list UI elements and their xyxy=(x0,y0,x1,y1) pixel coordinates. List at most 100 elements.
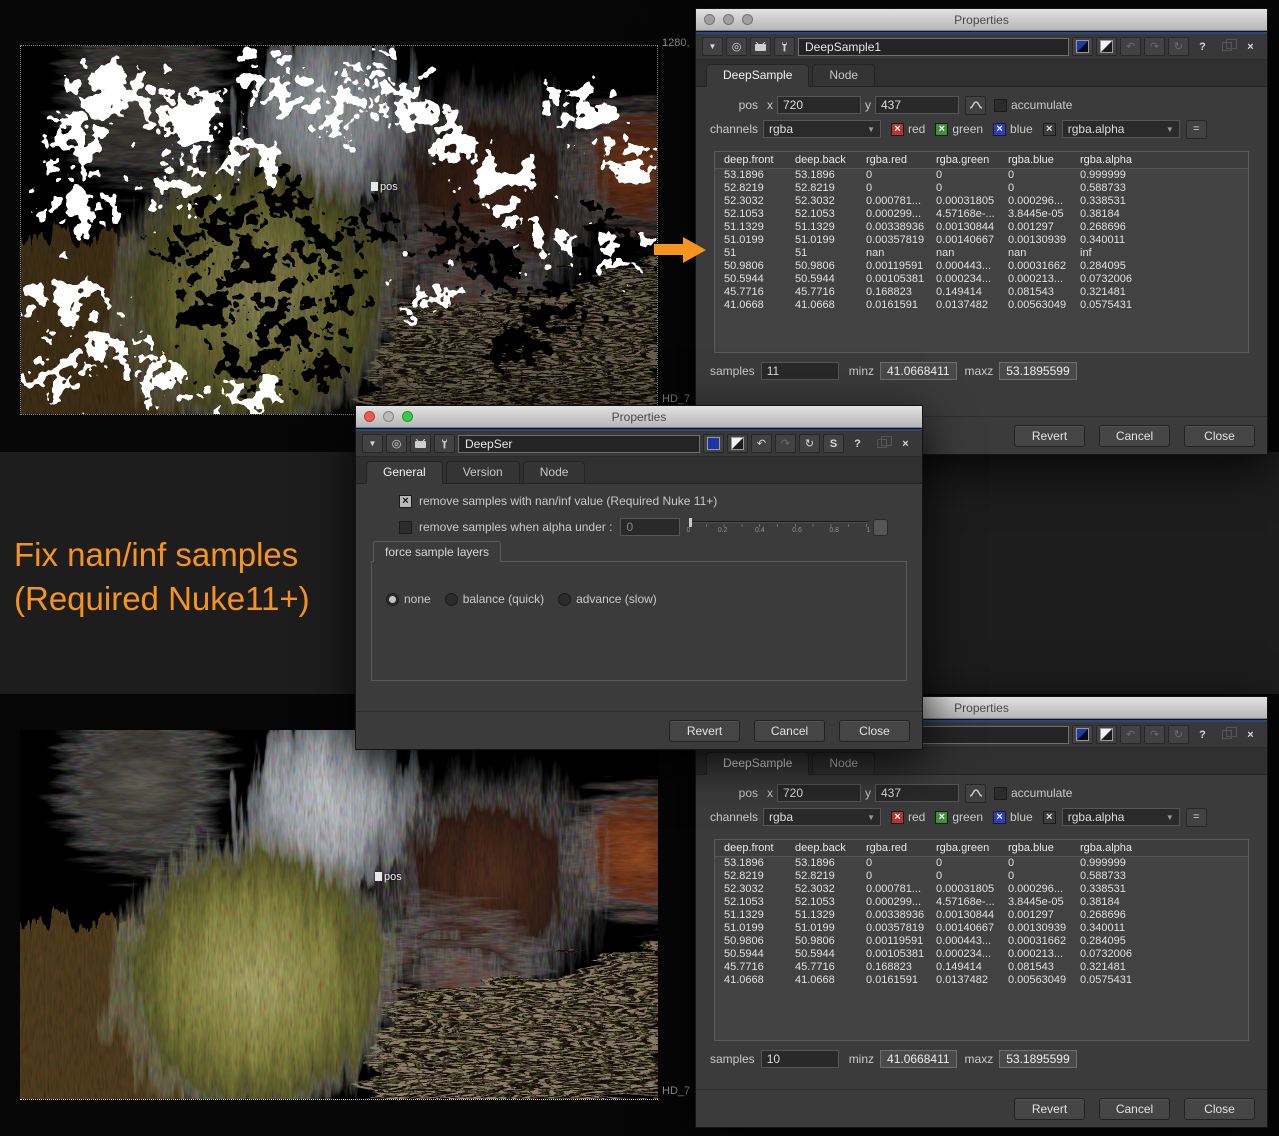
revert-button[interactable]: Revert xyxy=(1014,425,1085,447)
accumulate-checkbox[interactable] xyxy=(994,99,1007,112)
red-channel-checkbox[interactable]: × xyxy=(891,811,904,824)
channels-dropdown[interactable]: rgba▼ xyxy=(763,808,881,826)
revert-arrow-button[interactable]: ↻ xyxy=(1168,37,1189,56)
deep-samples-table[interactable]: deep.frontdeep.back rgba.redrgba.green r… xyxy=(714,839,1249,1041)
accumulate-checkbox[interactable] xyxy=(994,787,1007,800)
table-row[interactable]: 45.771645.77160.1688230.1494140.0815430.… xyxy=(715,286,1248,299)
node-graph-icon[interactable] xyxy=(410,434,431,453)
pos-y-input[interactable] xyxy=(875,784,959,802)
table-row[interactable]: 52.303252.30320.000781...0.000318050.000… xyxy=(715,883,1248,896)
help-button[interactable]: ? xyxy=(1192,725,1213,744)
table-row[interactable]: 53.189653.18960000.999999 xyxy=(715,169,1248,182)
window-titlebar[interactable]: Properties xyxy=(696,9,1267,31)
tab-version[interactable]: Version xyxy=(446,461,520,483)
node-graph-icon[interactable] xyxy=(750,37,771,56)
slider-range-button[interactable] xyxy=(873,519,888,536)
samples-input[interactable] xyxy=(761,1050,839,1068)
curve-icon[interactable] xyxy=(965,96,986,115)
center-node-button[interactable]: ◎ xyxy=(726,37,747,56)
table-row[interactable]: 52.303252.30320.000781...0.000318050.000… xyxy=(715,195,1248,208)
equals-button[interactable]: = xyxy=(1186,120,1207,139)
pos-x-input[interactable] xyxy=(777,784,861,802)
table-row[interactable]: 45.771645.77160.1688230.1494140.0815430.… xyxy=(715,961,1248,974)
undo-button[interactable]: ↶ xyxy=(1120,725,1141,744)
tab-deepsample[interactable]: DeepSample xyxy=(706,752,809,775)
pos-y-input[interactable] xyxy=(875,96,959,114)
layer-swatch-icon[interactable] xyxy=(1072,37,1093,56)
zoom-traffic-light[interactable] xyxy=(402,411,413,422)
cancel-button[interactable]: Cancel xyxy=(754,720,825,742)
table-row[interactable]: 51.019951.01990.003578190.001406670.0013… xyxy=(715,234,1248,247)
alpha-under-slider[interactable]: 00.2 0.40.6 0.81 xyxy=(688,517,868,537)
table-row[interactable]: 41.066841.06680.01615910.01374820.005630… xyxy=(715,299,1248,312)
cancel-button[interactable]: Cancel xyxy=(1099,1098,1170,1120)
float-window-button[interactable] xyxy=(871,434,892,453)
panel-close-button[interactable]: × xyxy=(1240,37,1261,56)
table-row[interactable]: 52.105352.10530.000299...4.57168e-...3.8… xyxy=(715,896,1248,909)
minimize-traffic-light[interactable] xyxy=(383,411,394,422)
help-button[interactable]: ? xyxy=(847,434,868,453)
revert-arrow-button[interactable]: ↻ xyxy=(1168,725,1189,744)
snapshot-button[interactable]: S xyxy=(823,434,844,453)
viewer-image-bottom[interactable]: pos xyxy=(20,730,658,1100)
table-row[interactable]: 53.189653.18960000.999999 xyxy=(715,857,1248,870)
redo-button[interactable]: ↷ xyxy=(1144,725,1165,744)
postage-swatch-icon[interactable] xyxy=(727,434,748,453)
layer-swatch-icon[interactable] xyxy=(703,434,724,453)
curve-icon[interactable] xyxy=(965,784,986,803)
redo-button[interactable]: ↷ xyxy=(1144,37,1165,56)
layer-swatch-icon[interactable] xyxy=(1072,725,1093,744)
table-row[interactable]: 52.821952.82190000.588733 xyxy=(715,182,1248,195)
close-button[interactable]: Close xyxy=(839,720,910,742)
channels-dropdown[interactable]: rgba▼ xyxy=(763,120,881,138)
close-traffic-light[interactable] xyxy=(364,411,375,422)
tab-general[interactable]: General xyxy=(366,461,443,484)
revert-button[interactable]: Revert xyxy=(1014,1098,1085,1120)
alpha-channel-dropdown[interactable]: rgba.alpha▼ xyxy=(1062,120,1180,138)
table-row[interactable]: 52.105352.10530.000299...4.57168e-...3.8… xyxy=(715,208,1248,221)
postage-swatch-icon[interactable] xyxy=(1096,725,1117,744)
tab-node[interactable]: Node xyxy=(812,64,875,86)
deep-samples-table[interactable]: deep.frontdeep.back rgba.redrgba.green r… xyxy=(714,151,1249,353)
table-row[interactable]: 51.019951.01990.003578190.001406670.0013… xyxy=(715,922,1248,935)
close-traffic-light[interactable] xyxy=(704,14,715,25)
cancel-button[interactable]: Cancel xyxy=(1099,425,1170,447)
close-button[interactable]: Close xyxy=(1184,425,1255,447)
panel-close-button[interactable]: × xyxy=(895,434,916,453)
alpha-under-input[interactable] xyxy=(620,518,680,536)
radio-none[interactable] xyxy=(386,593,399,606)
undo-button[interactable]: ↶ xyxy=(751,434,772,453)
table-row[interactable]: 51.132951.13290.003389360.001308440.0012… xyxy=(715,221,1248,234)
blue-channel-checkbox[interactable]: × xyxy=(993,123,1006,136)
table-row[interactable]: 50.980650.98060.001195910.000443...0.000… xyxy=(715,935,1248,948)
table-row[interactable]: 50.594450.59440.001053810.000234...0.000… xyxy=(715,273,1248,286)
postage-swatch-icon[interactable] xyxy=(1096,37,1117,56)
blue-channel-checkbox[interactable]: × xyxy=(993,811,1006,824)
minimize-traffic-light[interactable] xyxy=(723,14,734,25)
node-name-input[interactable] xyxy=(458,435,700,453)
window-titlebar[interactable]: Properties xyxy=(356,406,922,428)
undo-button[interactable]: ↶ xyxy=(1120,37,1141,56)
redo-button[interactable]: ↷ xyxy=(775,434,796,453)
center-node-button[interactable]: ◎ xyxy=(386,434,407,453)
radio-advance[interactable] xyxy=(558,593,571,606)
table-row[interactable]: 51.132951.13290.003389360.001308440.0012… xyxy=(715,909,1248,922)
tab-deepsample[interactable]: DeepSample xyxy=(706,64,809,87)
alpha-channel-checkbox[interactable]: × xyxy=(1043,811,1056,824)
table-row[interactable]: 52.821952.82190000.588733 xyxy=(715,870,1248,883)
table-row[interactable]: 41.066841.06680.01615910.01374820.005630… xyxy=(715,974,1248,987)
float-window-button[interactable] xyxy=(1216,37,1237,56)
wrench-icon[interactable] xyxy=(774,37,795,56)
float-window-button[interactable] xyxy=(1216,725,1237,744)
green-channel-checkbox[interactable]: × xyxy=(935,811,948,824)
close-button[interactable]: Close xyxy=(1184,1098,1255,1120)
equals-button[interactable]: = xyxy=(1186,808,1207,827)
remove-nan-checkbox[interactable]: × xyxy=(399,495,412,508)
viewer-image-top[interactable]: pos xyxy=(20,45,658,415)
table-row[interactable]: 50.980650.98060.001195910.000443...0.000… xyxy=(715,260,1248,273)
dropdown-arrow-button[interactable]: ▼ xyxy=(702,37,723,56)
remove-alpha-checkbox[interactable] xyxy=(399,521,412,534)
help-button[interactable]: ? xyxy=(1192,37,1213,56)
revert-button[interactable]: Revert xyxy=(669,720,740,742)
zoom-traffic-light[interactable] xyxy=(742,14,753,25)
